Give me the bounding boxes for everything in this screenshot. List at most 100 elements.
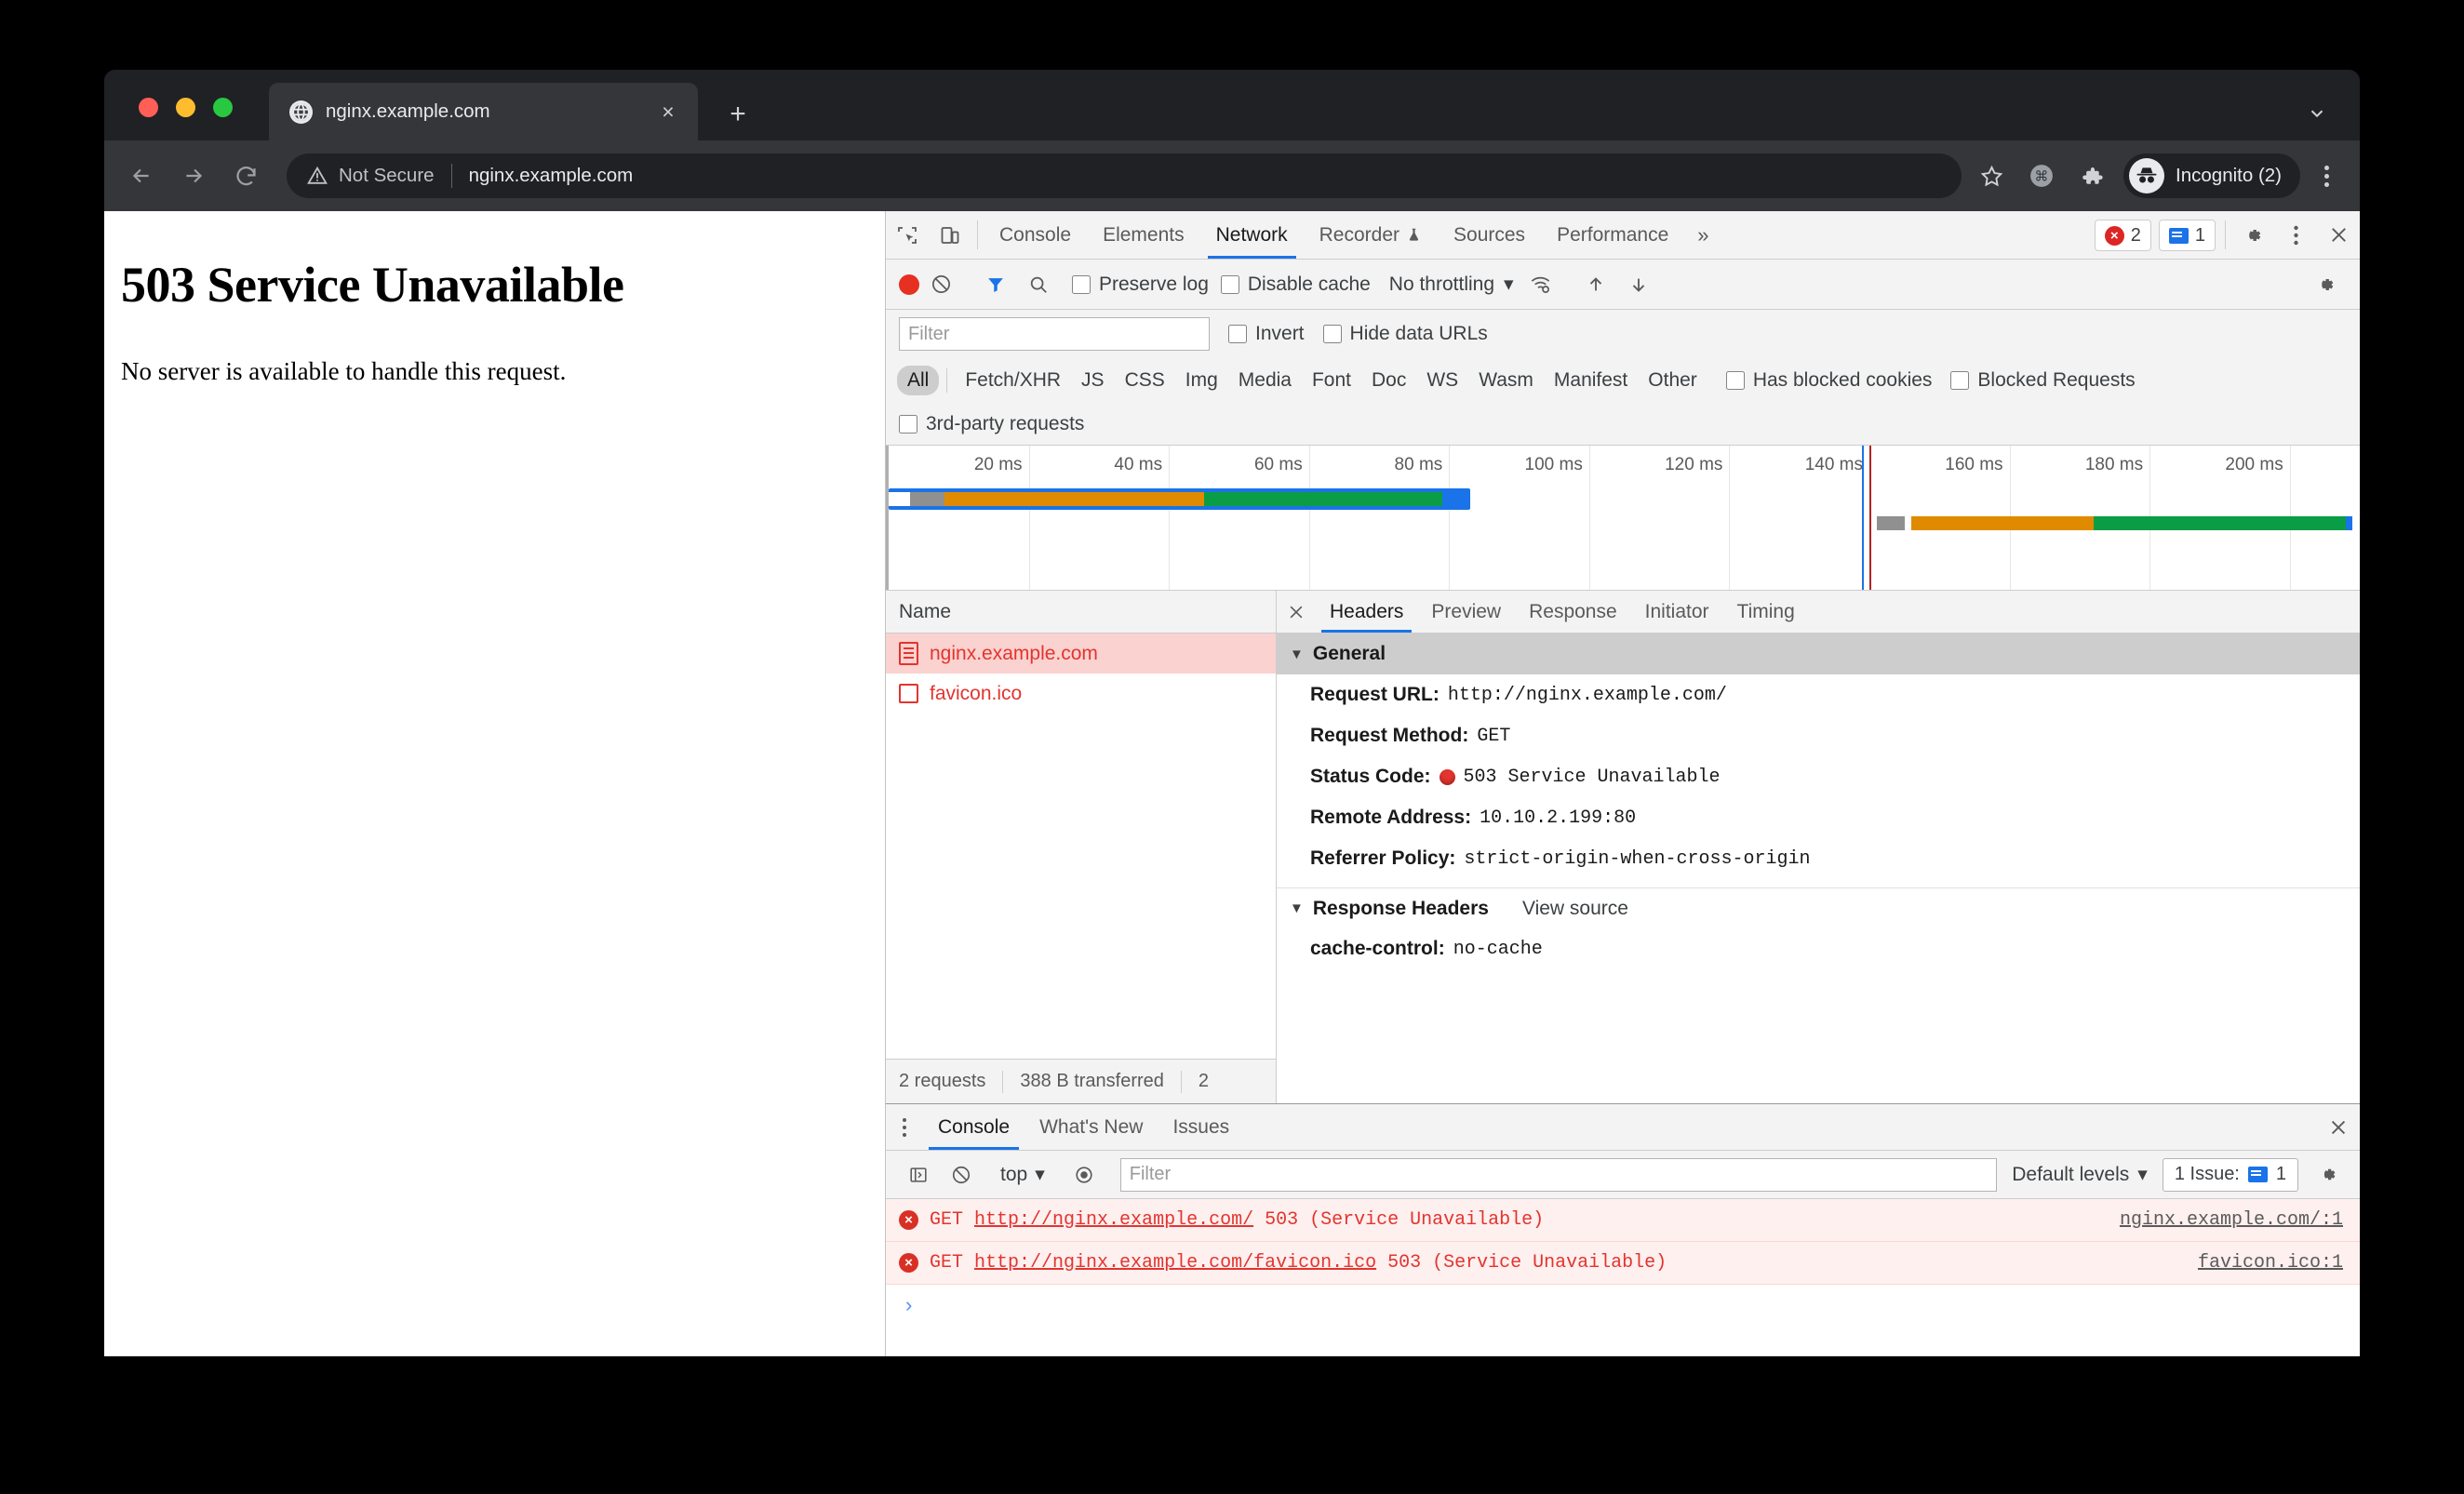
- devtools-tabbar: Console Elements Network Recorder Source…: [886, 211, 2360, 260]
- details-tabbar: Headers Preview Response Initiator Timin…: [1277, 591, 2360, 634]
- window-close-button[interactable]: [139, 98, 158, 117]
- invert-checkbox[interactable]: Invert: [1228, 323, 1305, 345]
- execution-context-dropdown[interactable]: top ▾: [995, 1163, 1051, 1186]
- browser-menu-button[interactable]: [2306, 155, 2347, 196]
- window-maximize-button[interactable]: [213, 98, 233, 117]
- type-chip-media[interactable]: Media: [1228, 366, 1302, 395]
- console-prompt[interactable]: ›: [886, 1285, 2360, 1327]
- profile-incognito-button[interactable]: Incognito (2): [2123, 153, 2300, 198]
- image-icon: [899, 684, 918, 703]
- chevron-down-icon[interactable]: [2298, 95, 2336, 132]
- source-link[interactable]: favicon.ico:1: [2176, 1252, 2343, 1274]
- issues-badge[interactable]: 1 Issue: 1: [2162, 1157, 2298, 1192]
- type-chip-manifest[interactable]: Manifest: [1544, 366, 1638, 395]
- error-count-badge[interactable]: × 2: [2094, 220, 2151, 251]
- tab-sources[interactable]: Sources: [1438, 211, 1541, 259]
- tab-performance[interactable]: Performance: [1541, 211, 1684, 259]
- reload-button[interactable]: [225, 155, 266, 196]
- type-chip-css[interactable]: CSS: [1115, 366, 1175, 395]
- request-url-link[interactable]: http://nginx.example.com/favicon.ico: [974, 1252, 1376, 1274]
- detail-tab-response[interactable]: Response: [1515, 591, 1631, 633]
- bookmark-star-icon[interactable]: [1971, 155, 2012, 196]
- hide-data-urls-checkbox[interactable]: Hide data URLs: [1322, 323, 1488, 345]
- clear-network-log-icon[interactable]: [919, 273, 962, 295]
- network-conditions-icon[interactable]: [1520, 273, 1562, 295]
- console-sidebar-toggle-icon[interactable]: [897, 1165, 940, 1185]
- blocked-requests-checkbox[interactable]: Blocked Requests: [1950, 369, 2136, 392]
- import-har-icon[interactable]: [1574, 274, 1617, 295]
- forward-button[interactable]: [173, 155, 214, 196]
- list-item[interactable]: × GET http://nginx.example.com/ 503 (Ser…: [886, 1199, 2360, 1242]
- type-chip-fetch-xhr[interactable]: Fetch/XHR: [955, 366, 1071, 395]
- detail-tab-headers[interactable]: Headers: [1316, 591, 1417, 633]
- type-chip-other[interactable]: Other: [1638, 366, 1707, 395]
- request-name: nginx.example.com: [930, 642, 1098, 664]
- table-row[interactable]: nginx.example.com: [886, 634, 1276, 674]
- tab-network[interactable]: Network: [1200, 211, 1304, 259]
- log-levels-dropdown[interactable]: Default levels ▾: [2012, 1163, 2148, 1186]
- close-drawer-icon[interactable]: [2317, 1104, 2360, 1150]
- tab-close-button[interactable]: ×: [649, 93, 687, 130]
- type-chip-js[interactable]: JS: [1071, 366, 1115, 395]
- table-row[interactable]: favicon.ico: [886, 674, 1276, 714]
- request-list: Name nginx.example.com favicon.ico 2 req…: [886, 591, 1277, 1103]
- more-tabs-button[interactable]: »: [1684, 211, 1721, 259]
- search-icon[interactable]: [1017, 274, 1060, 295]
- tab-elements[interactable]: Elements: [1087, 211, 1200, 259]
- new-tab-button[interactable]: +: [718, 95, 757, 134]
- disable-cache-checkbox[interactable]: Disable cache: [1220, 273, 1371, 296]
- source-link[interactable]: nginx.example.com/:1: [2097, 1209, 2343, 1231]
- window-minimize-button[interactable]: [176, 98, 195, 117]
- live-expression-eye-icon[interactable]: [1063, 1165, 1105, 1185]
- console-filter-input[interactable]: Filter: [1119, 1157, 1998, 1192]
- request-url-link[interactable]: http://nginx.example.com/: [974, 1209, 1253, 1231]
- third-party-requests-checkbox[interactable]: 3rd-party requests: [899, 413, 1084, 435]
- network-settings-gear-icon[interactable]: [2304, 273, 2347, 296]
- network-overview-timeline[interactable]: 20 ms 40 ms 60 ms 80 ms 100 ms 120 ms 140 ms 16…: [886, 446, 2360, 591]
- tab-recorder[interactable]: Recorder: [1304, 211, 1438, 259]
- tab-console[interactable]: Console: [984, 211, 1087, 259]
- response-headers-section-header[interactable]: ▼ Response Headers View source: [1277, 887, 2360, 928]
- general-section-header[interactable]: ▼ General: [1277, 634, 2360, 674]
- throttling-dropdown[interactable]: No throttling ▾: [1389, 273, 1514, 296]
- experiment-flask-icon: [1409, 228, 1419, 241]
- back-button[interactable]: [121, 155, 162, 196]
- tab-label: Elements: [1103, 223, 1185, 246]
- clear-console-icon[interactable]: [940, 1165, 983, 1185]
- detail-tab-preview[interactable]: Preview: [1417, 591, 1515, 633]
- message-count-badge[interactable]: 1: [2158, 220, 2216, 251]
- type-chip-wasm[interactable]: Wasm: [1468, 366, 1544, 395]
- network-filter-input[interactable]: Filter: [899, 317, 1210, 351]
- devtools-menu-button[interactable]: [2274, 211, 2317, 259]
- drawer-tab-whats-new[interactable]: What's New: [1024, 1104, 1158, 1150]
- close-details-icon[interactable]: [1277, 591, 1316, 633]
- detail-tab-initiator[interactable]: Initiator: [1631, 591, 1723, 633]
- console-settings-gear-icon[interactable]: [2306, 1164, 2349, 1185]
- record-button[interactable]: [899, 273, 919, 295]
- request-list-header[interactable]: Name: [886, 591, 1276, 634]
- extension-command-icon[interactable]: ⌘: [2021, 155, 2062, 196]
- inspect-element-icon[interactable]: [886, 211, 929, 259]
- view-source-link[interactable]: View source: [1522, 898, 1628, 920]
- has-blocked-cookies-checkbox[interactable]: Has blocked cookies: [1725, 369, 1932, 392]
- device-toolbar-icon[interactable]: [929, 211, 971, 259]
- drawer-tab-console[interactable]: Console: [923, 1104, 1024, 1150]
- settings-gear-icon[interactable]: [2231, 211, 2274, 259]
- type-chip-all[interactable]: All: [897, 366, 940, 395]
- close-devtools-icon[interactable]: [2317, 211, 2360, 259]
- omnibox[interactable]: Not Secure nginx.example.com: [287, 153, 1962, 198]
- detail-tab-timing[interactable]: Timing: [1723, 591, 1809, 633]
- message-count: 1: [2194, 224, 2205, 246]
- extensions-puzzle-icon[interactable]: [2071, 155, 2112, 196]
- filter-funnel-icon[interactable]: [974, 274, 1017, 295]
- type-chip-img[interactable]: Img: [1175, 366, 1228, 395]
- type-chip-ws[interactable]: WS: [1416, 366, 1468, 395]
- drawer-tab-issues[interactable]: Issues: [1158, 1104, 1244, 1150]
- export-har-icon[interactable]: [1617, 274, 1660, 295]
- preserve-log-checkbox[interactable]: Preserve log: [1072, 273, 1209, 296]
- drawer-menu-button[interactable]: [886, 1104, 923, 1150]
- browser-tab[interactable]: nginx.example.com ×: [269, 83, 698, 140]
- type-chip-font[interactable]: Font: [1302, 366, 1361, 395]
- type-chip-doc[interactable]: Doc: [1361, 366, 1416, 395]
- list-item[interactable]: × GET http://nginx.example.com/favicon.i…: [886, 1242, 2360, 1285]
